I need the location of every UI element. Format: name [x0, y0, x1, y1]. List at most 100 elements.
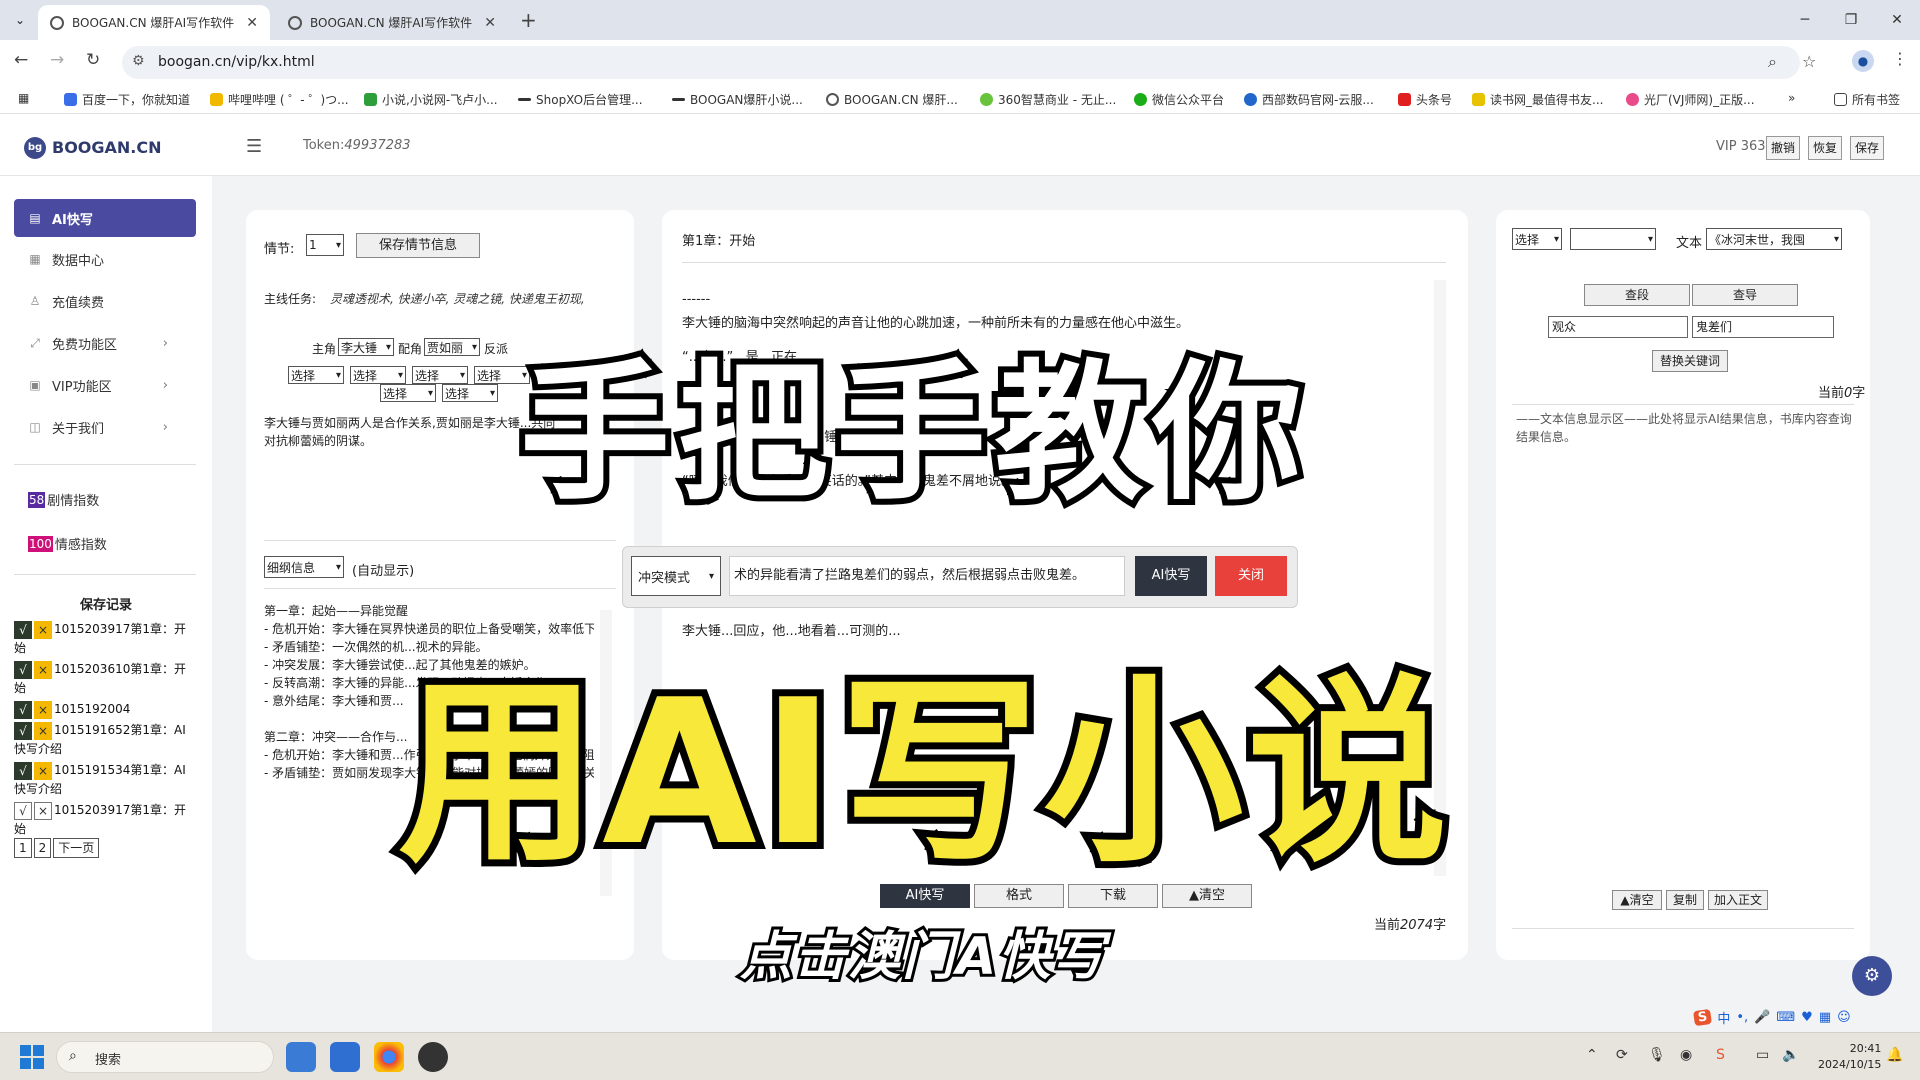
mic-icon[interactable]: 🎤	[1754, 1010, 1770, 1025]
role-select[interactable]: 选择	[380, 384, 436, 402]
outline-scrollbar[interactable]	[600, 610, 612, 896]
start-icon[interactable]	[20, 1045, 44, 1069]
find-word-button[interactable]: 查导	[1692, 284, 1798, 306]
site-info-icon[interactable]: ⚙	[132, 53, 145, 69]
display-icon[interactable]: ▭	[1756, 1047, 1769, 1063]
outline-select[interactable]: 细纲信息	[264, 556, 344, 578]
delete-record-button[interactable]: ×	[34, 700, 52, 719]
restore-icon[interactable]: ❐	[1828, 0, 1874, 40]
system-clock[interactable]: 20:41 2024/10/15	[1818, 1041, 1881, 1073]
skin-icon[interactable]: ♥	[1801, 1010, 1813, 1025]
bookmark-item[interactable]: 读书网_最值得书友...	[1472, 91, 1603, 108]
sogou-icon[interactable]: S	[1693, 1008, 1713, 1026]
network-icon[interactable]: ◉	[1680, 1047, 1692, 1063]
clear-result-button[interactable]: ▲清空	[1612, 890, 1662, 910]
delete-record-button[interactable]: ×	[34, 801, 52, 820]
category-select[interactable]: 选择	[1512, 228, 1562, 250]
app-chrome-icon[interactable]	[374, 1042, 404, 1072]
popup-close-button[interactable]: 关闭	[1215, 556, 1287, 596]
tab-close-icon[interactable]: ✕	[484, 15, 496, 31]
save-plot-button[interactable]: 保存情节信息	[356, 233, 480, 258]
forward-icon[interactable]: →	[50, 50, 64, 70]
bookmark-item[interactable]: 360智慧商业 - 无止...	[980, 91, 1116, 108]
menu-toggle-icon[interactable]: ☰	[246, 136, 262, 157]
url-field[interactable]: ⚙ boogan.cn/vip/kx.html ⌕ ☆	[122, 46, 1816, 79]
browser-tab[interactable]: BOOGAN.CN 爆肝AI写作软件 ✕	[276, 5, 508, 40]
load-record-button[interactable]: √	[14, 620, 32, 639]
page-2-button[interactable]: 2	[33, 838, 52, 858]
bookmark-item[interactable]: 西部数码官网-云服...	[1244, 91, 1374, 108]
sidebar-item-recharge[interactable]: ♙ 充值续费	[14, 282, 196, 320]
prompt-input[interactable]: 术的异能看清了拦路鬼差们的弱点，然后根据弱点击败鬼差。	[729, 556, 1125, 596]
notification-bell-icon[interactable]: 🔔	[1886, 1047, 1903, 1063]
bookmark-item[interactable]: 百度一下，你就知道	[64, 91, 190, 108]
sidebar-item-vip[interactable]: ▣ VIP功能区 ›	[14, 366, 196, 404]
subcategory-select[interactable]	[1570, 228, 1656, 250]
more-bookmarks-icon[interactable]: »	[1788, 91, 1795, 105]
undo-button[interactable]: 撤销	[1766, 136, 1801, 160]
bookmark-item[interactable]: 小说,小说网-飞卢小...	[364, 91, 498, 108]
sidebar-item-ai-write[interactable]: ▤ AI快写	[14, 199, 196, 237]
load-record-button[interactable]: √	[14, 721, 32, 740]
browser-tab-active[interactable]: BOOGAN.CN 爆肝AI写作软件 ✕	[38, 5, 270, 40]
sidebar-item-data-center[interactable]: ▦ 数据中心	[14, 240, 196, 278]
delete-record-button[interactable]: ×	[34, 660, 52, 679]
role-select[interactable]: 选择	[442, 384, 498, 402]
profile-avatar-icon[interactable]: ●	[1852, 50, 1874, 72]
load-record-button[interactable]: √	[14, 700, 32, 719]
load-record-button[interactable]: √	[14, 761, 32, 780]
settings-float-icon[interactable]: ⚙	[1852, 956, 1892, 996]
app-feishu-icon[interactable]	[286, 1042, 316, 1072]
bookmark-item[interactable]: 光厂(VJ师网)_正版...	[1626, 91, 1755, 108]
editor-scrollbar[interactable]	[1434, 280, 1446, 876]
app-notepad-icon[interactable]	[330, 1042, 360, 1072]
book-select[interactable]: 《冰河末世，我囤	[1706, 228, 1842, 250]
delete-record-button[interactable]: ×	[34, 721, 52, 740]
bookmark-item[interactable]: 哔哩哔哩 ( ゜- ゜)つ...	[210, 91, 349, 108]
popup-ai-write-button[interactable]: AI快写	[1135, 556, 1207, 596]
redo-button[interactable]: 恢复	[1808, 136, 1843, 160]
zoom-icon[interactable]: ⌕	[1768, 52, 1777, 72]
replace-keyword-button[interactable]: 替换关键词	[1652, 350, 1728, 372]
mode-select[interactable]: 冲突模式	[631, 556, 721, 596]
clear-button[interactable]: ▲清空	[1162, 884, 1252, 908]
plot-select[interactable]: 1	[306, 234, 344, 256]
punctuation-icon[interactable]: •,	[1736, 1010, 1748, 1025]
user-icon[interactable]: ☺	[1837, 1010, 1851, 1025]
keyboard-icon[interactable]: ⌨	[1776, 1010, 1795, 1025]
sync-icon[interactable]: ⟳	[1616, 1047, 1628, 1063]
save-button[interactable]: 保存	[1850, 136, 1885, 160]
load-record-button[interactable]: √	[14, 660, 32, 679]
bookmark-item[interactable]: BOOGAN爆肝小说...	[672, 91, 803, 108]
taskbar-search[interactable]: ⌕ 搜索	[56, 1041, 274, 1073]
reload-icon[interactable]: ↻	[86, 50, 100, 70]
protagonist-select[interactable]: 李大锤	[338, 338, 394, 356]
sidebar-item-about[interactable]: ◫ 关于我们 ›	[14, 408, 196, 446]
app-recorder-icon[interactable]	[418, 1042, 448, 1072]
format-button[interactable]: 格式	[974, 884, 1064, 908]
next-page-button[interactable]: 下一页	[53, 838, 100, 858]
mic-tray-icon[interactable]: 🎙	[1648, 1047, 1666, 1063]
download-button[interactable]: 下载	[1068, 884, 1158, 908]
new-tab-icon[interactable]: +	[520, 8, 537, 32]
ai-write-button[interactable]: AI快写	[880, 884, 970, 908]
bookmark-item[interactable]: 头条号	[1398, 91, 1452, 108]
browser-menu-icon[interactable]: ⋮	[1892, 49, 1908, 68]
insert-text-button[interactable]: 加入正文	[1708, 890, 1768, 910]
toolbox-icon[interactable]: ▦	[1819, 1010, 1831, 1025]
sidebar-item-free[interactable]: ⤢ 免费功能区 ›	[14, 324, 196, 362]
outline-textarea[interactable]: 第一章：起始——异能觉醒 - 危机开始：李大锤在冥界快递员的职位上备受嘲笑，效率…	[264, 602, 594, 892]
tab-close-icon[interactable]: ✕	[246, 15, 258, 31]
replace-input[interactable]: 鬼差们	[1692, 316, 1834, 338]
role-select[interactable]: 选择	[412, 366, 468, 384]
bookmark-star-icon[interactable]: ☆	[1802, 52, 1816, 71]
role-select[interactable]: 选择	[350, 366, 406, 384]
load-record-button[interactable]: √	[14, 801, 32, 820]
bookmark-folder[interactable]: 所有书签	[1834, 91, 1900, 108]
bookmark-item[interactable]: ShopXO后台管理...	[518, 91, 643, 108]
tray-overflow-icon[interactable]: ⌃	[1586, 1047, 1598, 1063]
role-select[interactable]: 选择	[288, 366, 344, 384]
keyword-input[interactable]: 观众	[1548, 316, 1688, 338]
role-select[interactable]: 选择	[474, 366, 530, 384]
bookmark-item[interactable]: BOOGAN.CN 爆肝...	[826, 91, 958, 108]
